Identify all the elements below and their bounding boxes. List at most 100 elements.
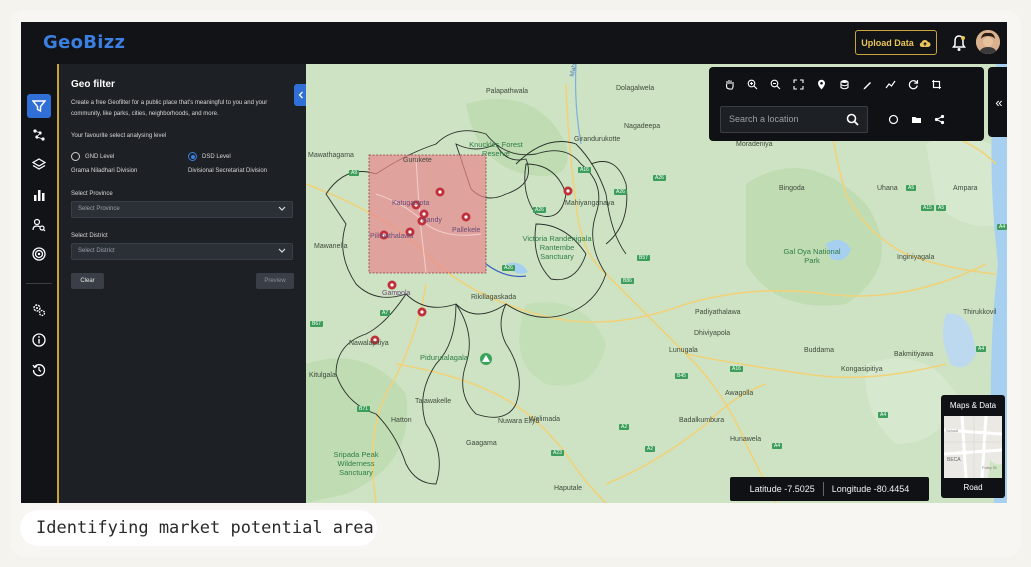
maps-data-switcher[interactable]: Maps & Data School BECA Foley St Road (941, 395, 1005, 498)
map-label: Dolagalwela (616, 85, 655, 92)
rail-geo-filter[interactable] (27, 94, 51, 118)
province-placeholder: Select Province (78, 206, 120, 212)
longitude-value: Longitude -80.4454 (831, 484, 910, 494)
map-label: Thirukkovil (963, 309, 997, 316)
map-label: Katugastota (392, 200, 430, 207)
circle-tool[interactable] (885, 111, 901, 127)
map-label: Haputale (554, 485, 583, 492)
dsd-level-sublabel: Divisional Secretariat Division (188, 168, 268, 174)
layers-icon (32, 158, 46, 170)
map-label: Bakmitiyawa (894, 351, 934, 358)
rail-info[interactable] (27, 328, 51, 352)
database-tool[interactable] (836, 76, 852, 92)
search-icon[interactable] (846, 113, 859, 126)
highway-shield: A16 (578, 167, 591, 173)
map-label: Palapathwala (486, 88, 529, 95)
panel-description: Create a free Geofilter for a public pla… (71, 100, 268, 117)
map-label: Rikillagaskada (471, 294, 517, 301)
district-select[interactable]: Select District (71, 243, 293, 260)
caption-bubble: Identifying market potential area (20, 510, 377, 546)
map-label: Kongasipitiya (841, 366, 883, 373)
map-label: Gurukete (403, 157, 432, 164)
location-search-input[interactable]: Search a location (720, 106, 868, 133)
user-avatar[interactable] (976, 30, 1000, 54)
chevron-down-icon (278, 248, 286, 253)
map-label: Girandurukotte (574, 136, 621, 143)
map-pin[interactable] (563, 186, 573, 196)
map-label: Pallekele (452, 227, 481, 234)
rail-settings[interactable] (27, 298, 51, 322)
expand-side-panel-button[interactable]: « (988, 67, 1007, 137)
thumb-label: BECA (947, 457, 961, 463)
map-label: Hatton (391, 417, 412, 424)
map-mode-label: Road (963, 483, 983, 492)
highway-shield: A4 (997, 224, 1007, 230)
map-pin[interactable] (387, 280, 397, 290)
app-logo[interactable]: GeoBizz (43, 32, 125, 53)
pencil-icon (863, 81, 871, 89)
map-label: Bingoda (779, 185, 805, 192)
map-pin[interactable] (461, 212, 471, 222)
rail-layers[interactable] (27, 153, 51, 177)
geo-filter-panel: Geo filter Create a free Geofilter for a… (57, 64, 306, 503)
rail-target[interactable] (27, 242, 51, 266)
highway-shield: A5 (936, 205, 947, 211)
road-map-thumbnail[interactable]: School BECA Foley St (944, 416, 1002, 478)
rail-analytics[interactable] (27, 123, 51, 147)
map-pin[interactable] (417, 307, 427, 317)
notification-bell-icon[interactable] (951, 34, 967, 52)
refresh-tool[interactable] (905, 76, 921, 92)
map-label-park: Victoria Randenigala Rantembe Sanctuary (522, 234, 592, 261)
dsd-level-radio[interactable] (188, 152, 197, 161)
clear-button[interactable]: Clear (71, 273, 104, 289)
map-toolbar: Search a location (709, 67, 984, 141)
map-label-park: Knuckles Forest Reserve (469, 140, 523, 158)
zoom-out-tool[interactable] (767, 76, 783, 92)
zoom-in-tool[interactable] (744, 76, 760, 92)
map-label: Badalkumbura (679, 417, 725, 424)
share-tool[interactable] (931, 111, 947, 127)
pan-tool[interactable] (721, 76, 737, 92)
rail-charts[interactable] (27, 183, 51, 207)
gnd-level-radio[interactable] (71, 152, 80, 161)
district-label: Select District (71, 233, 108, 239)
province-label: Select Province (71, 191, 113, 197)
map-pin[interactable] (435, 187, 445, 197)
geobizz-app: GeoBizz Upload Data Geo filter Create a … (21, 22, 1007, 503)
map-label: Uhana (877, 185, 898, 192)
highway-shield: A15 (921, 205, 934, 211)
province-select[interactable]: Select Province (71, 201, 293, 218)
icon-rail (21, 64, 57, 503)
fullscreen-tool[interactable] (790, 76, 806, 92)
hand-icon (725, 79, 734, 90)
maps-data-title: Maps & Data (949, 401, 997, 410)
folder-tool[interactable] (908, 111, 924, 127)
highway-shield: B71 (357, 406, 370, 412)
upload-data-button[interactable]: Upload Data (855, 30, 937, 55)
map-label: Lunugala (669, 347, 698, 354)
refresh-icon (908, 79, 918, 89)
map-label: Inginiyagala (897, 254, 935, 261)
preview-button[interactable]: Preview (256, 273, 294, 289)
map-label: Ampara (953, 185, 978, 192)
draw-tool[interactable] (859, 76, 875, 92)
cloud-upload-icon (919, 39, 931, 47)
map-label: Dhiviyapola (694, 330, 731, 337)
rail-user-search[interactable] (27, 213, 51, 237)
map-canvas[interactable]: Mahaweli Ganga Palapathwala Dolagalwela … (306, 64, 1007, 503)
rail-history[interactable] (27, 358, 51, 382)
share-icon (934, 114, 944, 124)
select-area-tool[interactable] (928, 76, 944, 92)
map-label: Kandy (422, 217, 442, 224)
dsd-level-label: DSD Level (202, 154, 231, 160)
panel-title: Geo filter (71, 79, 115, 90)
measure-tool[interactable] (882, 76, 898, 92)
highway-shield: A9 (349, 170, 360, 176)
gnd-level-sublabel: Grama Niladhari Division (71, 168, 138, 174)
marker-tool[interactable] (813, 76, 829, 92)
settings-gears-icon (33, 304, 46, 317)
highway-shield: A26 (614, 189, 627, 195)
highway-shield: A2 (619, 424, 630, 430)
database-icon (839, 79, 849, 89)
chevron-down-icon (278, 206, 286, 211)
